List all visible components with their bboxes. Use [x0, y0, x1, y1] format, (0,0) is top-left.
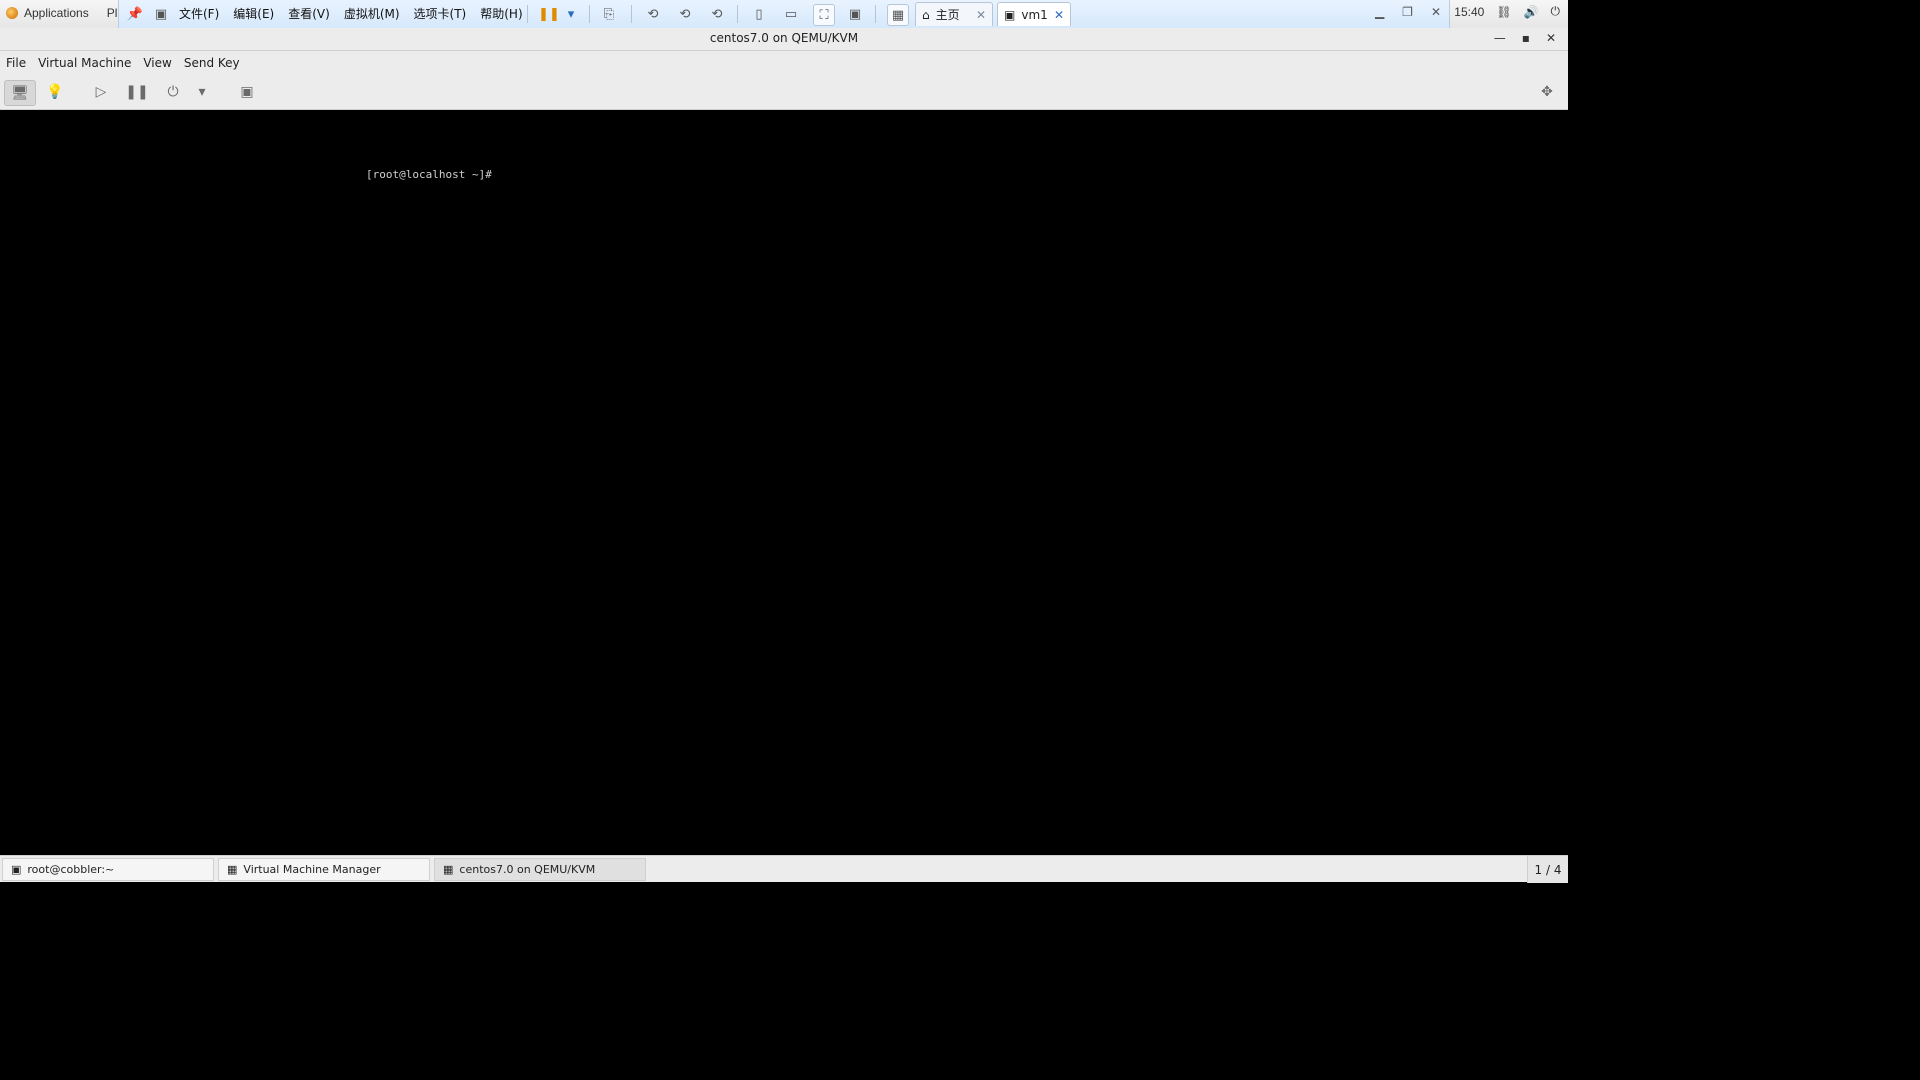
separator [589, 5, 590, 23]
vmware-menu: 文件(F) 编辑(E) 查看(V) 虚拟机(M) 选项卡(T) 帮助(H) [179, 5, 523, 22]
applications-menu[interactable]: Applications Pl [6, 3, 117, 23]
separator [527, 5, 528, 23]
apps-icon [6, 7, 18, 19]
minimize-icon[interactable]: ▁ [1375, 5, 1384, 19]
close-icon[interactable]: ✕ [1431, 5, 1441, 19]
shutdown-icon[interactable]: ⏻ [158, 80, 188, 104]
menu-help-cn[interactable]: 帮助(H) [480, 5, 522, 22]
taskbar-item-vm-console[interactable]: ▦ centos7.0 on QEMU/KVM [434, 858, 646, 881]
window-controls: — ▪ ✕ [1494, 31, 1556, 45]
tab-home-label: 主页 [935, 8, 960, 22]
applications-label: Applications [24, 6, 89, 20]
menu-vm-cn[interactable]: 虚拟机(M) [344, 5, 400, 22]
tab-vm1[interactable]: ▣ vm1 ✕ [997, 2, 1071, 26]
chevron-down-icon[interactable]: ▾ [188, 80, 216, 104]
volume-icon[interactable]: 🔊 [1524, 5, 1539, 19]
thumbnail-bar-icon[interactable]: ▦ [887, 4, 909, 26]
snapshot-revert-icon[interactable]: ⟲ [675, 4, 695, 24]
clock[interactable]: 15:40 [1454, 5, 1484, 19]
restore-icon[interactable]: ❐ [1402, 5, 1413, 19]
power-icon[interactable]: ⏻ [1551, 4, 1561, 19]
console-view-icon[interactable]: ▭ [781, 4, 801, 24]
separator [737, 5, 738, 23]
close-icon[interactable]: ✕ [1546, 31, 1556, 45]
vmware-window-controls: ▁ ❐ ✕ [1375, 5, 1441, 19]
details-icon[interactable]: 💡 [40, 80, 70, 104]
vm-icon: ▣ [1004, 7, 1016, 22]
resize-to-vm-icon[interactable]: ✥ [1532, 80, 1562, 104]
pause-icon[interactable]: ❚❚ [122, 80, 152, 104]
terminal-icon: ▣ [11, 863, 22, 876]
console-prompt: [root@localhost ~]# [366, 168, 492, 181]
menu-file[interactable]: File [6, 56, 26, 70]
system-tray: 15:40 ⛓ 🔊 ⏻ [1454, 4, 1560, 19]
separator [631, 5, 632, 23]
taskbar-item-label: root@cobbler:~ [27, 863, 115, 876]
window-title: centos7.0 on QEMU/KVM [709, 31, 859, 45]
taskbar-item-terminal[interactable]: ▣ root@cobbler:~ [2, 858, 214, 881]
close-icon[interactable]: ✕ [1054, 8, 1064, 22]
taskbar-item-virt-manager[interactable]: ▦ Virtual Machine Manager [218, 858, 430, 881]
tab-vm1-label: vm1 [1021, 7, 1048, 22]
menu-tabs-cn[interactable]: 选项卡(T) [414, 5, 467, 22]
vmware-toolbar: 📌 ▣ 文件(F) 编辑(E) 查看(V) 虚拟机(M) 选项卡(T) 帮助(H… [118, 0, 1450, 30]
snapshot-manager-icon[interactable]: ⟲ [707, 4, 727, 24]
top-bar: Applications Pl 📌 ▣ 文件(F) 编辑(E) 查看(V) 虚拟… [0, 0, 1568, 30]
maximize-icon[interactable]: ▪ [1522, 31, 1530, 45]
send-ctrl-alt-del-icon[interactable]: ⎘ [599, 4, 619, 24]
workspace-indicator[interactable]: 1 / 4 [1527, 856, 1568, 883]
unity-icon[interactable]: ▣ [845, 4, 865, 24]
menu-edit-cn[interactable]: 编辑(E) [233, 5, 274, 22]
fullscreen-icon[interactable]: ▣ [232, 80, 262, 104]
library-view-icon[interactable]: ▯ [749, 4, 769, 24]
virt-manager-icon: ▦ [227, 863, 238, 876]
fit-guest-icon[interactable]: ⛶ [813, 4, 835, 26]
home-icon: ⌂ [922, 7, 930, 22]
snapshot-take-icon[interactable]: ⟲ [643, 4, 663, 24]
minimize-icon[interactable]: — [1494, 31, 1506, 45]
taskbar-item-label: Virtual Machine Manager [243, 863, 381, 876]
separator [875, 5, 876, 23]
taskbar: ▣ root@cobbler:~ ▦ Virtual Machine Manag… [0, 855, 1568, 883]
menu-send-key[interactable]: Send Key [184, 56, 240, 70]
close-icon[interactable]: ✕ [976, 8, 986, 22]
run-icon[interactable]: ▷ [86, 80, 116, 104]
vm-toolbar: 🖥 💡 ▷ ❚❚ ⏻ ▾ ▣ ✥ [0, 75, 1568, 110]
menu-bar: File Virtual Machine View Send Key [0, 51, 1568, 75]
pause-icon[interactable]: ❚❚ [538, 4, 560, 24]
menu-view[interactable]: View [143, 56, 171, 70]
network-icon[interactable]: ⛓ [1496, 5, 1511, 19]
console-icon[interactable]: 🖥 [4, 80, 36, 106]
vm-console-screen[interactable]: [root@localhost ~]# [0, 110, 1568, 855]
menu-view-cn[interactable]: 查看(V) [288, 5, 330, 22]
vmware-logo-icon: ▣ [154, 6, 168, 22]
places-label[interactable]: Pl [107, 6, 118, 20]
tab-home[interactable]: ⌂ 主页 ✕ [915, 2, 993, 26]
pin-icon[interactable]: 📌 [125, 4, 145, 24]
taskbar-item-label: centos7.0 on QEMU/KVM [459, 863, 596, 876]
menu-virtual-machine[interactable]: Virtual Machine [38, 56, 131, 70]
dropdown-icon[interactable]: ▾ [561, 4, 581, 24]
virt-manager-icon: ▦ [443, 863, 454, 876]
menu-file-cn[interactable]: 文件(F) [179, 5, 219, 22]
window-titlebar: centos7.0 on QEMU/KVM — ▪ ✕ [0, 28, 1568, 51]
